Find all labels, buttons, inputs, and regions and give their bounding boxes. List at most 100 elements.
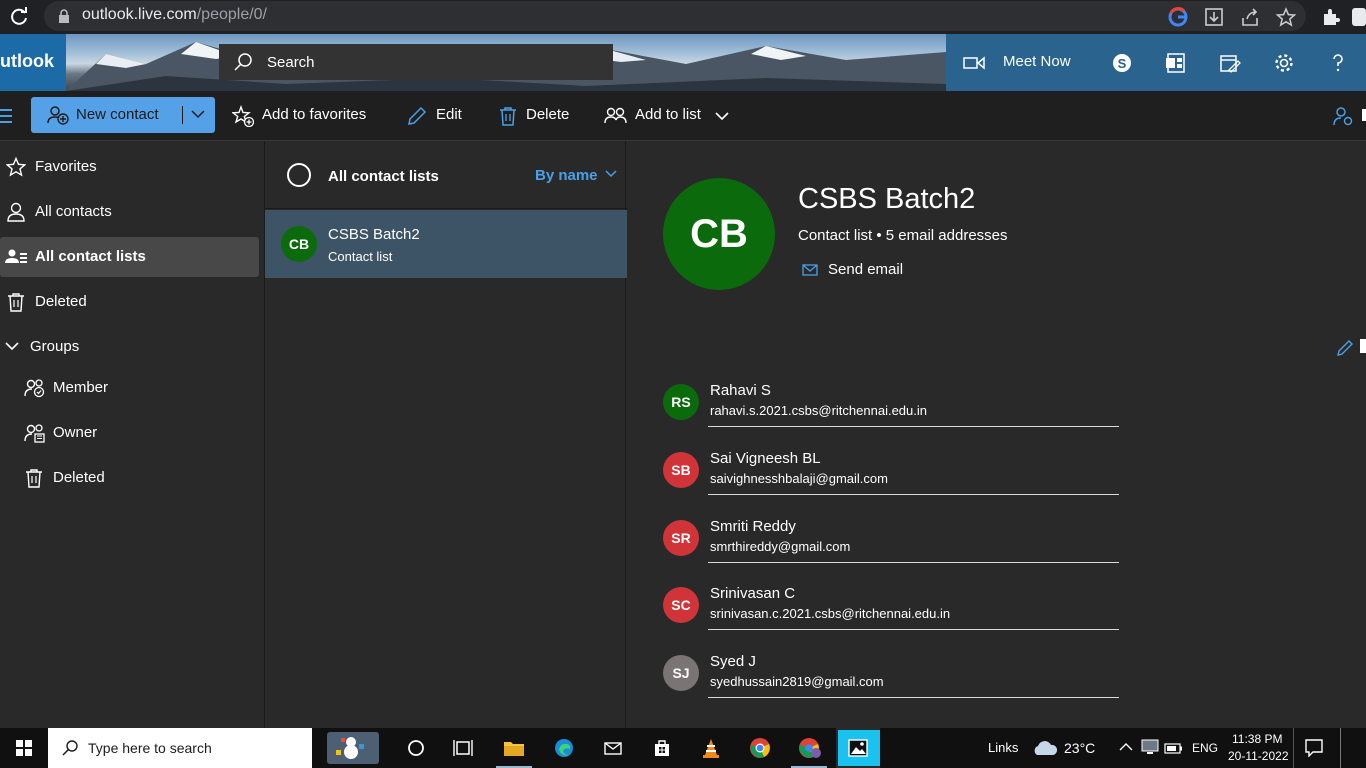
nav-item-all-contacts[interactable]: All contacts bbox=[0, 192, 260, 232]
nav-item-label: Member bbox=[53, 379, 109, 396]
contact-subtitle: Contact list • 5 email addresses bbox=[798, 227, 1008, 244]
search-placeholder: Search bbox=[267, 54, 315, 71]
taskbar-search-box[interactable]: Type here to search bbox=[48, 728, 312, 768]
list-item[interactable]: CB CSBS Batch2 Contact list bbox=[265, 210, 627, 278]
people-filled-icon bbox=[5, 249, 27, 263]
google-icon[interactable] bbox=[1167, 6, 1189, 28]
reload-button[interactable] bbox=[8, 6, 30, 28]
notification-center-icon[interactable] bbox=[1305, 739, 1323, 757]
edit-button[interactable]: Edit bbox=[406, 104, 476, 128]
add-to-list-button[interactable]: Add to list bbox=[604, 104, 734, 128]
star-add-icon bbox=[232, 105, 254, 127]
member-name: Rahavi S bbox=[710, 382, 771, 399]
list-item-name: CSBS Batch2 bbox=[328, 226, 420, 243]
manage-contacts-icon[interactable] bbox=[1332, 105, 1356, 127]
nav-item-deleted[interactable]: Deleted bbox=[0, 282, 260, 322]
battery-icon[interactable] bbox=[1164, 741, 1184, 755]
download-icon[interactable] bbox=[1203, 6, 1225, 28]
list-title: All contact lists bbox=[328, 168, 439, 185]
clock-date[interactable]: 20-11-2022 bbox=[1228, 749, 1289, 763]
contact-title: CSBS Batch2 bbox=[798, 183, 976, 215]
send-email-button[interactable]: Send email bbox=[828, 261, 903, 278]
file-explorer-app[interactable] bbox=[492, 728, 536, 768]
nav-item-label: Groups bbox=[30, 338, 80, 355]
cortana-button[interactable] bbox=[394, 728, 438, 768]
chrome-app[interactable] bbox=[738, 728, 782, 768]
nav-item-member[interactable]: Member bbox=[0, 368, 260, 408]
nav-item-label: All contact lists bbox=[35, 248, 146, 265]
clock-time[interactable]: 11:38 PM bbox=[1232, 732, 1282, 746]
add-to-list-label: Add to list bbox=[635, 106, 701, 123]
url-text[interactable]: outlook.live.com/people/0/ bbox=[82, 6, 267, 24]
member-row[interactable]: SJ Syed J syedhussain2819@gmail.com bbox=[663, 650, 1119, 718]
new-contact-label: New contact bbox=[76, 106, 159, 123]
nav-item-all-contact-lists[interactable]: All contact lists bbox=[0, 237, 259, 277]
overflow-edge bbox=[1360, 339, 1366, 353]
nav-item-groups[interactable]: Groups bbox=[0, 327, 260, 367]
member-email: rahavi.s.2021.csbs@ritchennai.edu.in bbox=[710, 403, 927, 418]
mail-app[interactable] bbox=[591, 728, 635, 768]
photos-icon bbox=[848, 739, 868, 757]
member-row[interactable]: SR Smriti Reddy smrthireddy@gmail.com bbox=[663, 515, 1119, 583]
chevron-down-icon bbox=[5, 342, 19, 351]
avatar: SC bbox=[663, 587, 699, 623]
help-icon[interactable] bbox=[1327, 52, 1349, 74]
nav-item-favorites[interactable]: Favorites bbox=[0, 147, 260, 187]
chevron-down-icon[interactable] bbox=[605, 170, 617, 178]
member-row[interactable]: SB Sai Vigneesh BL saivighnesshbalaji@gm… bbox=[663, 447, 1119, 515]
search-highlight-widget[interactable] bbox=[327, 732, 379, 764]
lock-icon bbox=[59, 9, 69, 23]
input-language[interactable]: ENG bbox=[1192, 741, 1218, 755]
meet-now-button[interactable]: Meet Now bbox=[1003, 53, 1071, 70]
divider bbox=[708, 494, 1119, 495]
task-view-button[interactable] bbox=[441, 728, 485, 768]
mail-icon bbox=[604, 742, 622, 755]
chevron-up-icon[interactable] bbox=[1119, 742, 1133, 752]
office-icon[interactable] bbox=[1165, 52, 1187, 74]
add-to-favorites-button[interactable]: Add to favorites bbox=[232, 104, 377, 128]
divider bbox=[708, 629, 1119, 630]
select-all-checkbox[interactable] bbox=[287, 163, 311, 187]
links-toolbar[interactable]: Links bbox=[988, 740, 1018, 755]
divider bbox=[708, 562, 1119, 563]
chrome-profile-app[interactable] bbox=[787, 728, 831, 768]
member-name: Syed J bbox=[710, 653, 756, 670]
photos-app-active[interactable] bbox=[836, 728, 880, 768]
member-row[interactable]: RS Rahavi S rahavi.s.2021.csbs@ritchenna… bbox=[663, 379, 1119, 447]
profile-icon[interactable] bbox=[1350, 6, 1366, 28]
share-icon[interactable] bbox=[1239, 6, 1261, 28]
app-brand-logo[interactable]: utlook bbox=[0, 51, 54, 72]
windows-logo-icon bbox=[16, 740, 32, 756]
edge-browser-app[interactable] bbox=[542, 728, 586, 768]
skype-icon[interactable]: S bbox=[1111, 52, 1133, 74]
nav-item-groups-deleted[interactable]: Deleted bbox=[0, 458, 260, 498]
show-desktop-button[interactable] bbox=[1340, 728, 1341, 768]
nav-item-label: All contacts bbox=[35, 203, 112, 220]
nav-item-owner[interactable]: Owner bbox=[0, 413, 260, 453]
weather-temperature[interactable]: 23°C bbox=[1064, 740, 1095, 756]
delete-button[interactable]: Delete bbox=[497, 104, 577, 128]
bookmark-star-icon[interactable] bbox=[1275, 6, 1297, 28]
store-app[interactable] bbox=[640, 728, 684, 768]
sort-dropdown[interactable]: By name bbox=[535, 167, 598, 184]
chrome-profile-icon bbox=[799, 738, 821, 758]
member-email: srinivasan.c.2021.csbs@ritchennai.edu.in bbox=[710, 606, 951, 621]
network-monitor-icon[interactable] bbox=[1141, 739, 1159, 755]
hamburger-menu-icon[interactable] bbox=[0, 108, 14, 124]
pencil-icon[interactable] bbox=[1336, 339, 1354, 357]
nav-item-label: Owner bbox=[53, 424, 98, 441]
my-day-icon[interactable] bbox=[1219, 52, 1241, 74]
avatar: CB bbox=[281, 226, 317, 262]
folder-icon bbox=[504, 742, 524, 756]
command-bar: New contact Add to favorites Edit Delete… bbox=[0, 91, 1366, 141]
chevron-down-icon[interactable] bbox=[191, 109, 205, 119]
new-contact-button[interactable]: New contact bbox=[31, 97, 215, 133]
vlc-app[interactable] bbox=[689, 728, 733, 768]
settings-gear-icon[interactable] bbox=[1273, 52, 1295, 74]
start-button[interactable] bbox=[0, 728, 48, 768]
cloud-weather-icon[interactable] bbox=[1032, 740, 1058, 756]
extensions-icon[interactable] bbox=[1320, 6, 1342, 28]
member-email: smrthireddy@gmail.com bbox=[710, 539, 851, 554]
star-icon bbox=[6, 157, 26, 177]
member-row[interactable]: SC Srinivasan C srinivasan.c.2021.csbs@r… bbox=[663, 582, 1119, 650]
